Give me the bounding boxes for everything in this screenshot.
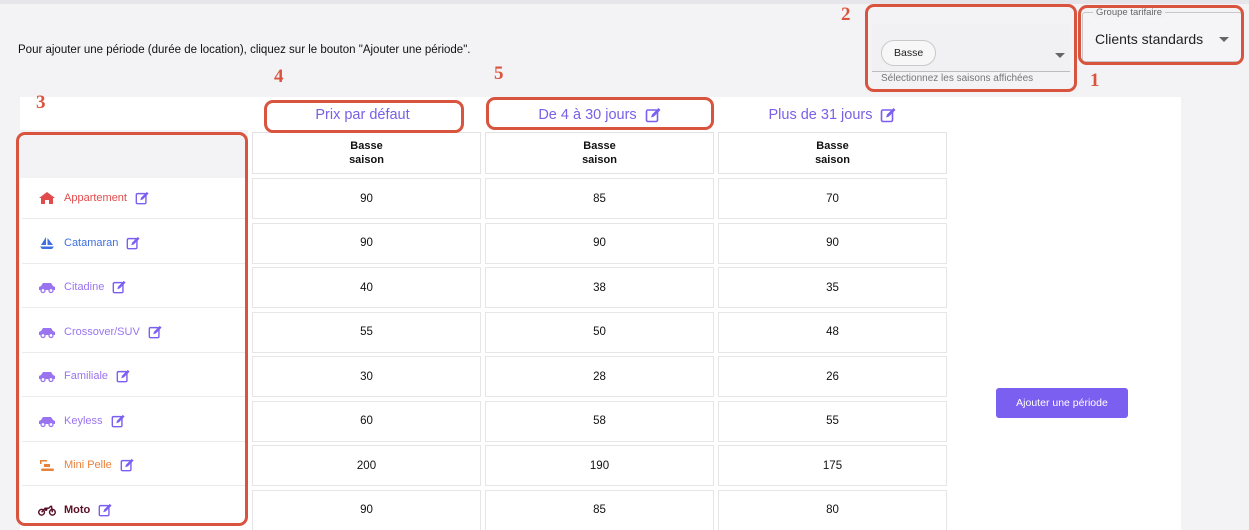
annotation-box-1	[1078, 5, 1244, 65]
annotation-number-4: 4	[274, 66, 284, 87]
price-cell[interactable]: 55	[718, 400, 947, 442]
price-cell[interactable]: 60	[252, 400, 481, 442]
price-cell[interactable]: 90	[485, 222, 714, 264]
price-cell[interactable]: 85	[485, 489, 714, 530]
price-cell[interactable]: 200	[252, 445, 481, 486]
price-cell[interactable]: 90	[718, 222, 947, 264]
annotation-box-5	[486, 97, 714, 130]
annotation-box-3	[16, 132, 248, 526]
price-cell[interactable]: 50	[485, 311, 714, 353]
price-cell[interactable]: 30	[252, 356, 481, 397]
season-label: Basse	[350, 140, 383, 152]
annotation-box-4	[264, 100, 464, 133]
price-cell[interactable]: 85	[485, 178, 714, 219]
price-cell[interactable]: 35	[718, 267, 947, 308]
annotation-box-2	[865, 4, 1077, 92]
price-cell[interactable]: 40	[252, 267, 481, 308]
annotation-number-2: 2	[841, 4, 851, 25]
price-cell[interactable]: 38	[485, 267, 714, 308]
price-cell[interactable]: 175	[718, 445, 947, 486]
price-cell[interactable]: 90	[252, 222, 481, 264]
annotation-number-3: 3	[36, 92, 46, 113]
price-cell[interactable]: 58	[485, 400, 714, 442]
price-cell[interactable]: 48	[718, 311, 947, 353]
season-label: saison	[349, 154, 384, 166]
season-label: Basse	[816, 140, 849, 152]
price-cell[interactable]: 80	[718, 489, 947, 530]
price-cell[interactable]: 190	[485, 445, 714, 486]
column-title-3: Plus de 31 jours	[724, 100, 941, 130]
price-cell[interactable]: 55	[252, 311, 481, 353]
column-season-header: Basse saison	[718, 132, 947, 174]
price-cell[interactable]: 90	[252, 489, 481, 530]
instructions-text: Pour ajouter une période (durée de locat…	[18, 44, 471, 56]
add-period-button[interactable]: Ajouter une période	[996, 388, 1128, 418]
edit-icon[interactable]	[880, 107, 896, 123]
price-cell[interactable]: 70	[718, 178, 947, 219]
column-title-label: Plus de 31 jours	[768, 107, 873, 123]
annotation-number-1: 1	[1090, 70, 1100, 91]
season-label: saison	[815, 154, 850, 166]
annotation-number-5: 5	[494, 63, 504, 84]
column-season-header: Basse saison	[252, 132, 481, 174]
price-cell[interactable]: 28	[485, 356, 714, 397]
season-label: saison	[582, 154, 617, 166]
price-cell[interactable]: 26	[718, 356, 947, 397]
column-season-header: Basse saison	[485, 132, 714, 174]
price-cell[interactable]: 90	[252, 178, 481, 219]
season-label: Basse	[583, 140, 616, 152]
